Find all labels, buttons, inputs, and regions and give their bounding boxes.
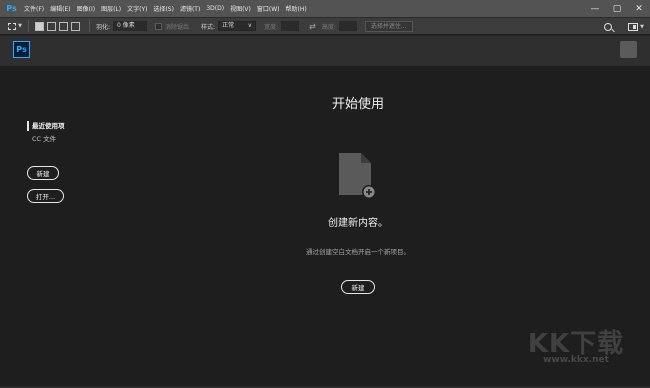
photoshop-logo-icon: Ps: [6, 4, 17, 13]
divider: [28, 20, 29, 32]
close-button[interactable]: ✕: [628, 0, 650, 17]
photoshop-logo-icon[interactable]: Ps: [13, 41, 30, 58]
intersect-selection-icon[interactable]: [71, 21, 80, 31]
sidebar-new-button[interactable]: 新建: [27, 166, 59, 180]
new-selection-icon[interactable]: [35, 21, 44, 31]
workspace-icon[interactable]: [628, 22, 639, 31]
menu-3d[interactable]: 3D(D): [206, 5, 224, 12]
style-select[interactable]: 正常 ∨: [218, 21, 257, 31]
menu-image[interactable]: 图像(I): [77, 4, 95, 13]
window-controls: — ▢ ✕: [584, 0, 650, 17]
feather-label: 羽化:: [96, 23, 111, 31]
width-input[interactable]: [281, 21, 300, 31]
menu-filter[interactable]: 滤镜(T): [180, 4, 200, 13]
antialias-label: 消除锯齿: [165, 23, 190, 31]
menu-window[interactable]: 窗口(W): [257, 4, 280, 13]
watermark: KK下载 www.kkx.net: [520, 323, 632, 373]
nav-recent[interactable]: 最近使用项: [27, 121, 65, 131]
watermark-url: www.kkx.net: [543, 355, 609, 365]
height-input[interactable]: [338, 21, 357, 31]
divider: [89, 20, 90, 32]
options-right-icons: ▼: [604, 18, 644, 35]
main-new-button[interactable]: 新建: [341, 280, 375, 294]
options-bar: ▼ 羽化: 0 像素 消除锯齿 样式: 正常 ∨ 宽度: ⇄ 高度: 选择并遮住.…: [0, 17, 650, 34]
minimize-button[interactable]: —: [584, 0, 606, 17]
page-title: 开始使用: [331, 97, 384, 112]
add-to-selection-icon[interactable]: [47, 21, 56, 31]
chevron-down-icon[interactable]: ▼: [640, 24, 644, 30]
avatar[interactable]: [620, 41, 637, 58]
menu-edit[interactable]: 编辑(E): [50, 4, 70, 13]
chevron-down-icon: ∨: [247, 22, 253, 29]
nav-cc-files[interactable]: CC 文件: [32, 134, 56, 144]
style-label: 样式:: [201, 23, 216, 31]
menu-bar: Ps 文件(F) 编辑(E) 图像(I) 图层(L) 文字(Y) 选择(S) 滤…: [0, 0, 650, 17]
select-and-mask-button[interactable]: 选择并遮住...: [364, 20, 413, 32]
new-document-icon: [339, 153, 376, 199]
menu-layer[interactable]: 图层(L): [101, 4, 121, 13]
menu-help[interactable]: 帮助(H): [286, 4, 307, 13]
maximize-button[interactable]: ▢: [606, 0, 628, 17]
subtract-from-selection-icon[interactable]: [59, 21, 68, 31]
create-new-description: 通过创建空白文档开启一个新项目。: [306, 248, 410, 256]
start-header: Ps: [0, 35, 650, 66]
width-label: 宽度:: [264, 23, 279, 31]
height-label: 高度:: [321, 23, 336, 31]
rectangular-marquee-icon[interactable]: ▼: [8, 20, 22, 32]
menu-type[interactable]: 文字(Y): [127, 4, 147, 13]
search-icon[interactable]: [604, 22, 613, 31]
sidebar-open-button[interactable]: 打开...: [27, 189, 64, 203]
antialias-checkbox[interactable]: [155, 22, 163, 30]
menu-select[interactable]: 选择(S): [153, 4, 174, 13]
swap-icon[interactable]: ⇄: [309, 22, 316, 31]
menu-file[interactable]: 文件(F): [24, 4, 44, 13]
feather-input[interactable]: 0 像素: [113, 21, 148, 31]
create-new-title: 创建新内容。: [328, 218, 388, 229]
menu-view[interactable]: 视图(V): [230, 4, 251, 13]
